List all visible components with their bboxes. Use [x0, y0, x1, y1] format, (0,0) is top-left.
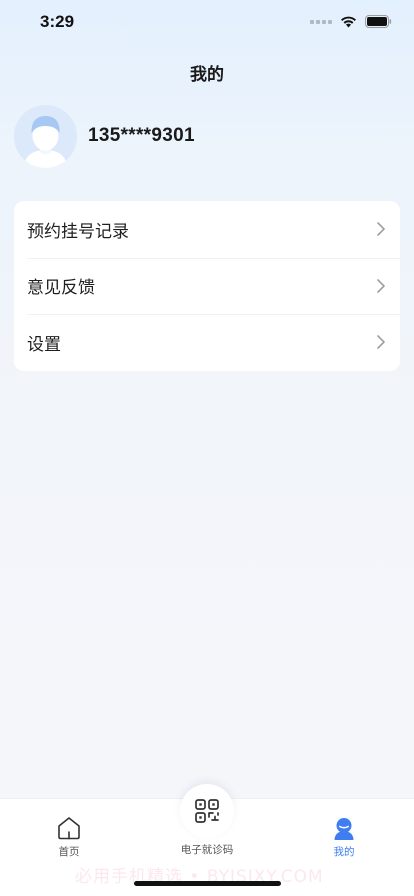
status-icons	[310, 15, 392, 28]
user-phone: 135****9301	[88, 125, 195, 146]
profile-section[interactable]: 135****9301	[14, 104, 195, 168]
menu-item-label: 预约挂号记录	[27, 221, 129, 242]
battery-icon	[365, 15, 392, 28]
avatar[interactable]	[14, 104, 77, 168]
chevron-right-icon	[377, 278, 385, 293]
tab-mine[interactable]: 我的	[299, 815, 389, 859]
user-avatar-icon	[14, 104, 77, 168]
chevron-right-icon	[377, 335, 385, 350]
qr-code-button[interactable]	[180, 784, 234, 838]
menu-item-label: 设置	[27, 334, 61, 355]
chevron-right-icon	[377, 222, 385, 237]
qr-code-icon	[195, 799, 219, 823]
tab-home-label: 首页	[58, 846, 80, 858]
user-profile-icon	[334, 818, 354, 840]
menu-item-label: 意见反馈	[27, 278, 95, 299]
menu-card: 预约挂号记录 意见反馈 设置	[14, 201, 400, 371]
status-bar: 3:29	[0, 0, 414, 44]
cellular-signal-icon	[310, 19, 332, 24]
wifi-icon	[341, 16, 356, 27]
menu-item-feedback[interactable]: 意见反馈	[14, 257, 400, 315]
menu-item-appointment-records[interactable]: 预约挂号记录	[14, 201, 400, 258]
tab-e-medical-code[interactable]: 电子就诊码	[162, 784, 252, 857]
tab-e-medical-code-label: 电子就诊码	[180, 844, 234, 856]
menu-item-settings[interactable]: 设置	[14, 314, 400, 371]
page-title: 我的	[190, 65, 224, 85]
status-time: 3:29	[40, 12, 75, 31]
tab-home[interactable]: 首页	[24, 815, 114, 859]
home-indicator	[134, 881, 281, 886]
tab-mine-label: 我的	[333, 846, 355, 858]
home-icon	[58, 817, 80, 840]
